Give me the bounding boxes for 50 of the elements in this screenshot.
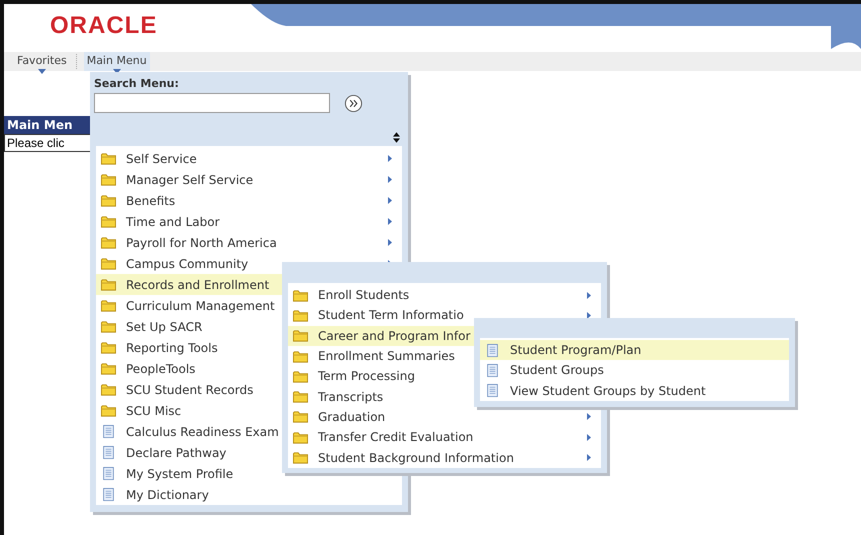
folder-icon xyxy=(101,236,116,249)
document-icon xyxy=(485,384,500,398)
document-icon xyxy=(485,364,500,377)
folder-icon xyxy=(101,257,116,270)
menu-item[interactable]: Self Service xyxy=(96,148,402,169)
folder-icon xyxy=(293,370,308,383)
folder-icon xyxy=(101,173,116,186)
menu-item[interactable]: Payroll for North America xyxy=(96,232,402,253)
folder-icon xyxy=(101,215,116,228)
folder-icon xyxy=(293,430,308,444)
nav-menu-link[interactable]: Main Menu xyxy=(84,52,150,71)
search-field[interactable] xyxy=(94,93,330,113)
folder-icon xyxy=(293,390,308,404)
menu-item[interactable]: Graduation xyxy=(288,406,601,428)
menu-item[interactable]: Time and Labor xyxy=(96,211,402,232)
folder-icon xyxy=(101,320,116,333)
menu-item[interactable]: Student Program/Plan xyxy=(480,340,789,360)
oracle-logo: ORACLE xyxy=(50,12,158,40)
folder-icon xyxy=(101,341,116,354)
nav-menu-link[interactable]: Favorites xyxy=(14,52,70,71)
folder-icon xyxy=(101,194,116,207)
document-icon xyxy=(101,446,116,459)
folder-icon xyxy=(293,329,308,342)
folder-icon xyxy=(101,362,116,375)
menu-item[interactable]: Student Term Informatio xyxy=(288,305,601,326)
folder-icon xyxy=(293,451,308,464)
folder-icon xyxy=(293,308,308,322)
menu-item[interactable]: Student Groups xyxy=(480,360,789,381)
search-label: Search Menu: xyxy=(94,77,180,90)
document-icon xyxy=(101,467,116,480)
menu-item[interactable]: Benefits xyxy=(96,190,402,211)
folder-icon xyxy=(293,410,308,424)
menu-item[interactable]: Student Background Information xyxy=(288,447,601,468)
document-icon xyxy=(485,344,500,357)
folder-icon xyxy=(101,404,116,417)
go-button[interactable] xyxy=(344,94,363,112)
folder-icon xyxy=(101,383,116,396)
sort-icon[interactable] xyxy=(393,132,400,143)
menu-item[interactable]: View Student Groups by Student xyxy=(480,380,789,401)
menu-item[interactable]: Transfer Credit Evaluation xyxy=(288,427,601,448)
menu-item[interactable]: My Dictionary xyxy=(96,484,402,505)
folder-icon xyxy=(101,278,116,291)
menu-item[interactable]: Manager Self Service xyxy=(96,169,402,190)
folder-icon xyxy=(101,299,116,312)
document-icon xyxy=(101,425,116,438)
document-icon xyxy=(101,488,116,501)
folder-icon xyxy=(293,350,308,363)
folder-icon xyxy=(293,288,308,302)
folder-icon xyxy=(101,152,116,165)
caret-icon xyxy=(38,69,46,74)
